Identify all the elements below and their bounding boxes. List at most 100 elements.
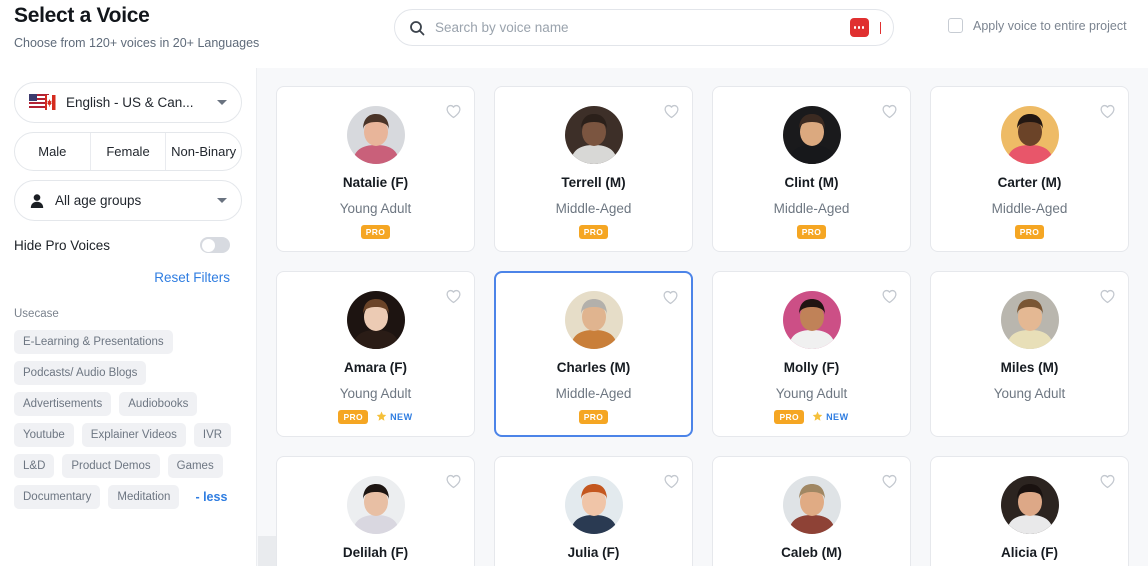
favorite-heart-icon[interactable] <box>662 289 679 306</box>
voice-card[interactable]: Charles (M) Middle-Aged PRO <box>494 271 693 437</box>
avatar <box>564 291 623 349</box>
voice-badges: PRO <box>360 224 391 239</box>
gender-option-non-binary[interactable]: Non-Binary <box>166 133 241 170</box>
favorite-heart-icon[interactable] <box>881 473 898 490</box>
language-dropdown[interactable]: English - US & Can... <box>14 82 242 123</box>
apply-voice-checkbox[interactable] <box>948 18 963 33</box>
voice-name: Delilah (F) <box>342 545 409 560</box>
voice-card[interactable]: Alicia (F) <box>930 456 1129 566</box>
voice-name: Alicia (F) <box>1000 545 1058 560</box>
voice-card[interactable]: Carter (M) Middle-Aged PRO <box>930 86 1129 252</box>
voice-name: Carter (M) <box>997 175 1062 190</box>
apply-voice-label: Apply voice to entire project <box>973 18 1127 33</box>
new-badge: NEW <box>376 411 413 422</box>
voice-age-group: Middle-Aged <box>555 386 632 401</box>
gender-option-male[interactable]: Male <box>15 133 91 170</box>
page-title: Select a Voice <box>14 4 150 27</box>
pro-badge: PRO <box>338 409 369 424</box>
pro-badge: PRO <box>578 409 609 424</box>
usecase-tag[interactable]: Explainer Videos <box>81 423 186 447</box>
star-icon <box>376 411 387 421</box>
avatar <box>564 476 623 534</box>
search-input[interactable] <box>435 20 840 35</box>
voice-badges: PRO <box>578 224 609 239</box>
chevron-down-icon <box>217 198 227 203</box>
hide-pro-voices-label: Hide Pro Voices <box>14 237 111 253</box>
voice-selection-screen: Select a Voice Choose from 120+ voices i… <box>0 0 1148 566</box>
avatar <box>782 291 841 349</box>
new-badge: NEW <box>812 411 849 422</box>
favorite-heart-icon[interactable] <box>663 473 680 490</box>
chevron-down-icon <box>217 100 227 105</box>
hide-pro-voices-row[interactable]: Hide Pro Voices <box>14 237 242 253</box>
favorite-heart-icon[interactable] <box>1099 103 1116 120</box>
hide-pro-voices-toggle[interactable] <box>200 237 230 253</box>
voice-card[interactable]: Natalie (F) Young Adult PRO <box>276 86 475 252</box>
voice-name: Natalie (F) <box>342 175 409 190</box>
voice-age-group: Young Adult <box>339 386 412 401</box>
voice-card[interactable]: Caleb (M) <box>712 456 911 566</box>
age-group-dropdown[interactable]: All age groups <box>14 180 242 221</box>
pro-badge: PRO <box>796 224 827 239</box>
page-subtitle: Choose from 120+ voices in 20+ Languages <box>14 36 260 50</box>
favorite-heart-icon[interactable] <box>663 103 680 120</box>
voice-name: Amara (F) <box>343 360 407 375</box>
usecase-heading: Usecase <box>14 308 59 320</box>
top-bar: Select a Voice Choose from 120+ voices i… <box>0 0 1148 68</box>
voice-card[interactable]: Terrell (M) Middle-Aged PRO <box>494 86 693 252</box>
usecase-tag[interactable]: E-Learning & Presentations <box>14 330 173 354</box>
avatar <box>782 106 841 164</box>
voice-badges: PRO <box>578 409 609 424</box>
voice-age-group: Young Adult <box>775 386 848 401</box>
reset-filters-button[interactable]: Reset Filters <box>154 270 230 285</box>
three-dots-red-badge-icon[interactable] <box>849 18 869 37</box>
pro-badge: PRO <box>1014 224 1045 239</box>
voice-name: Clint (M) <box>784 175 839 190</box>
voice-card-grid: Natalie (F) Young Adult PRO Terrell (M) Midd… <box>276 86 1129 566</box>
search-icon <box>410 20 425 35</box>
content-body: English - US & Can... Male Female Non-Bi… <box>0 68 1148 566</box>
new-badge-label: NEW <box>826 411 849 422</box>
voice-name: Molly (F) <box>783 360 840 375</box>
usecase-tag[interactable]: Product Demos <box>62 454 160 478</box>
voice-card[interactable]: Clint (M) Middle-Aged PRO <box>712 86 911 252</box>
voice-card[interactable]: Molly (F) Young Adult PRO NEW <box>712 271 911 437</box>
voice-age-group: Young Adult <box>993 386 1066 401</box>
voice-age-group: Middle-Aged <box>555 201 632 216</box>
usecase-tag[interactable]: Documentary <box>14 485 101 509</box>
favorite-heart-icon[interactable] <box>445 473 462 490</box>
avatar <box>346 291 405 349</box>
voice-card[interactable]: Amara (F) Young Adult PRO NEW <box>276 271 475 437</box>
search-bar[interactable] <box>394 9 894 46</box>
voice-card[interactable]: Julia (F) <box>494 456 693 566</box>
usecase-tag-list: E-Learning & Presentations Podcasts/ Aud… <box>14 330 242 509</box>
avatar <box>782 476 841 534</box>
favorite-heart-icon[interactable] <box>881 288 898 305</box>
voice-card[interactable]: Delilah (F) <box>276 456 475 566</box>
favorite-heart-icon[interactable] <box>881 103 898 120</box>
usecase-tag[interactable]: Meditation <box>108 485 180 509</box>
usecase-tag[interactable]: Advertisements <box>14 392 112 416</box>
usecase-tag[interactable]: Audiobooks <box>119 392 198 416</box>
scrollbar-thumb[interactable] <box>258 536 276 566</box>
gender-option-female[interactable]: Female <box>91 133 167 170</box>
favorite-heart-icon[interactable] <box>1099 288 1116 305</box>
usecase-tag[interactable]: L&D <box>14 454 55 478</box>
usecase-tag[interactable]: Podcasts/ Audio Blogs <box>14 361 147 385</box>
language-label: English - US & Can... <box>66 95 194 110</box>
favorite-heart-icon[interactable] <box>445 288 462 305</box>
person-icon <box>30 193 44 208</box>
favorite-heart-icon[interactable] <box>445 103 462 120</box>
gender-filter[interactable]: Male Female Non-Binary <box>14 132 242 171</box>
apply-voice-to-project[interactable]: Apply voice to entire project <box>948 18 1127 33</box>
usecase-tag[interactable]: IVR <box>193 423 232 447</box>
voice-name: Julia (F) <box>567 545 620 560</box>
voice-card[interactable]: Miles (M) Young Adult <box>930 271 1129 437</box>
voice-badges: PRO <box>1014 224 1045 239</box>
usecase-tag[interactable]: Games <box>167 454 223 478</box>
reset-filters-row: Reset Filters <box>14 269 242 287</box>
favorite-heart-icon[interactable] <box>1099 473 1116 490</box>
usecase-show-less-button[interactable]: - less <box>187 490 227 504</box>
search-box[interactable] <box>394 9 894 46</box>
usecase-tag[interactable]: Youtube <box>14 423 74 447</box>
